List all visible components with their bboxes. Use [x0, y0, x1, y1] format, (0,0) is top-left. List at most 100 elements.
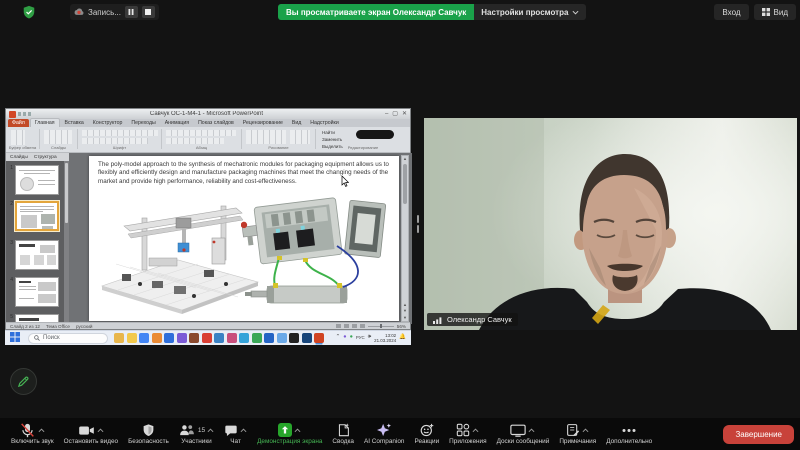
tab-slides[interactable]: Слайды: [8, 155, 30, 160]
ribbon-group-font[interactable]: Шрифт: [78, 129, 162, 149]
assembly-station-image: [94, 198, 264, 318]
ribbon-group-drawing[interactable]: Рисование: [242, 129, 316, 149]
ribbon-tab-home[interactable]: Главная: [30, 118, 60, 127]
chevron-up-icon[interactable]: [240, 428, 247, 433]
taskbar-app-icon[interactable]: [139, 333, 149, 343]
ribbon-find[interactable]: Найти: [322, 130, 343, 137]
tray-indicator-icon-2[interactable]: ●: [350, 335, 353, 341]
apps-button[interactable]: Приложения: [444, 418, 491, 450]
participants-button[interactable]: 15 Участники: [174, 418, 219, 450]
taskbar-app-icon[interactable]: [252, 333, 262, 343]
join-audio-button[interactable]: Вход: [714, 4, 748, 20]
taskbar-app-icon[interactable]: [277, 333, 287, 343]
taskbar-app-icon[interactable]: [314, 333, 324, 343]
ribbon-tab-animations[interactable]: Анимация: [161, 119, 193, 127]
more-button[interactable]: Дополнительно: [601, 418, 657, 450]
ribbon-group-clipboard[interactable]: Буфер обмена: [6, 129, 40, 149]
taskbar-clock[interactable]: 13:02 21.03.2024: [374, 333, 396, 343]
more-dots-icon: [622, 428, 636, 433]
participant-video-tile[interactable]: Олександр Савчук: [424, 118, 797, 330]
taskbar-app-icon[interactable]: [264, 333, 274, 343]
language-switcher[interactable]: РУС: [356, 336, 365, 340]
reading-view-button[interactable]: [352, 324, 357, 328]
taskbar-app-icon[interactable]: [127, 333, 137, 343]
notifications-bell-icon[interactable]: 🔔: [399, 335, 406, 341]
summary-button[interactable]: Сводка: [327, 418, 359, 450]
view-button[interactable]: Вид: [754, 4, 796, 20]
pause-recording-button[interactable]: [125, 6, 138, 18]
sorter-view-button[interactable]: [344, 324, 349, 328]
slide-scrollbar[interactable]: ▲ ▲ ▼ ▼: [401, 155, 409, 322]
whiteboards-button[interactable]: Доски сообщений: [492, 418, 555, 450]
ribbon-tab-transitions[interactable]: Переходы: [127, 119, 159, 127]
tab-outline[interactable]: Структура: [32, 155, 59, 160]
slideshow-view-button[interactable]: [360, 324, 365, 328]
view-settings-button[interactable]: Настройки просмотра: [474, 4, 586, 20]
chevron-up-icon[interactable]: [207, 428, 214, 433]
ppt-workspace: The poly-model approach to the synthesis…: [69, 153, 412, 324]
tray-chevron-icon[interactable]: ⌃: [336, 335, 341, 341]
unmute-button[interactable]: Включить звук: [6, 418, 59, 450]
maximize-button[interactable]: ▢: [392, 111, 398, 117]
ribbon-tab-slideshow[interactable]: Показ слайдов: [194, 119, 238, 127]
taskbar-app-icons: [114, 333, 324, 343]
taskbar-app-icon[interactable]: [189, 333, 199, 343]
ribbon-tab-review[interactable]: Рецензирование: [239, 119, 287, 127]
quick-access-toolbar[interactable]: [18, 112, 32, 116]
stop-video-button[interactable]: Остановить видео: [59, 418, 123, 450]
ribbon-replace[interactable]: Заменить: [322, 137, 343, 144]
taskbar-app-icon[interactable]: [177, 333, 187, 343]
connection-signal-icon: [433, 316, 443, 324]
ai-companion-button[interactable]: AI Companion: [359, 418, 410, 450]
security-button[interactable]: Безопасность: [123, 418, 174, 450]
zoom-slider[interactable]: [368, 326, 394, 327]
end-meeting-button[interactable]: Завершение: [723, 425, 794, 444]
reactions-smiley-icon: [420, 423, 434, 437]
ribbon-tab-file[interactable]: Файл: [8, 119, 29, 127]
ribbon-group-paragraph[interactable]: Абзац: [162, 129, 242, 149]
ribbon-tab-design[interactable]: Конструктор: [89, 119, 127, 127]
share-screen-button[interactable]: Демонстрация экрана: [252, 418, 327, 450]
whiteboard-icon: [510, 424, 526, 437]
taskbar-app-icon[interactable]: [302, 333, 312, 343]
reactions-button[interactable]: Реакции: [409, 418, 444, 450]
volume-icon[interactable]: 🕪: [368, 335, 371, 341]
chevron-up-icon[interactable]: [472, 428, 479, 433]
notes-button[interactable]: Примечания: [554, 418, 601, 450]
ppt-title-bar: Савчук ОС-1-М4-1 - Microsoft PowerPoint …: [6, 109, 410, 119]
control-cabinet-image: [241, 190, 393, 320]
taskbar-app-icon[interactable]: [239, 333, 249, 343]
chevron-up-icon[interactable]: [528, 428, 535, 433]
chevron-up-icon[interactable]: [97, 428, 104, 433]
taskbar-app-icon[interactable]: [289, 333, 299, 343]
taskbar-app-icon[interactable]: [152, 333, 162, 343]
slide-thumbnail-4[interactable]: [15, 277, 59, 307]
slide-thumbnail-1[interactable]: [15, 165, 59, 195]
close-button[interactable]: ✕: [402, 111, 407, 117]
chat-button[interactable]: Чат: [219, 418, 252, 450]
stop-recording-button[interactable]: [142, 6, 155, 18]
taskbar-app-icon[interactable]: [114, 333, 124, 343]
ribbon-tab-addins[interactable]: Надстройки: [306, 119, 342, 127]
chevron-up-icon[interactable]: [294, 428, 301, 433]
participant-name-label: Олександр Савчук: [427, 313, 518, 326]
slide-thumbnail-2-selected[interactable]: [15, 201, 59, 231]
minimize-button[interactable]: –: [385, 111, 388, 117]
ribbon-tab-insert[interactable]: Вставка: [61, 119, 88, 127]
start-button[interactable]: [10, 329, 20, 347]
taskbar-app-icon[interactable]: [164, 333, 174, 343]
taskbar-app-icon[interactable]: [227, 333, 237, 343]
ribbon-tab-view[interactable]: Вид: [288, 119, 305, 127]
slide-thumbnail-3[interactable]: [15, 240, 59, 270]
panes-divider-handle[interactable]: [416, 215, 420, 235]
taskbar-app-icon[interactable]: [214, 333, 224, 343]
ribbon-group-slides[interactable]: Слайды: [40, 129, 78, 149]
chevron-up-icon[interactable]: [38, 428, 45, 433]
annotate-pencil-button[interactable]: [10, 368, 37, 395]
tray-indicator-icon[interactable]: ●: [343, 335, 346, 341]
taskbar-search[interactable]: Поиск: [28, 333, 108, 344]
taskbar-app-icon[interactable]: [202, 333, 212, 343]
ppt-ribbon-tabs: Файл Главная Вставка Конструктор Переход…: [6, 119, 410, 127]
chevron-up-icon[interactable]: [582, 428, 589, 433]
normal-view-button[interactable]: [336, 324, 341, 328]
